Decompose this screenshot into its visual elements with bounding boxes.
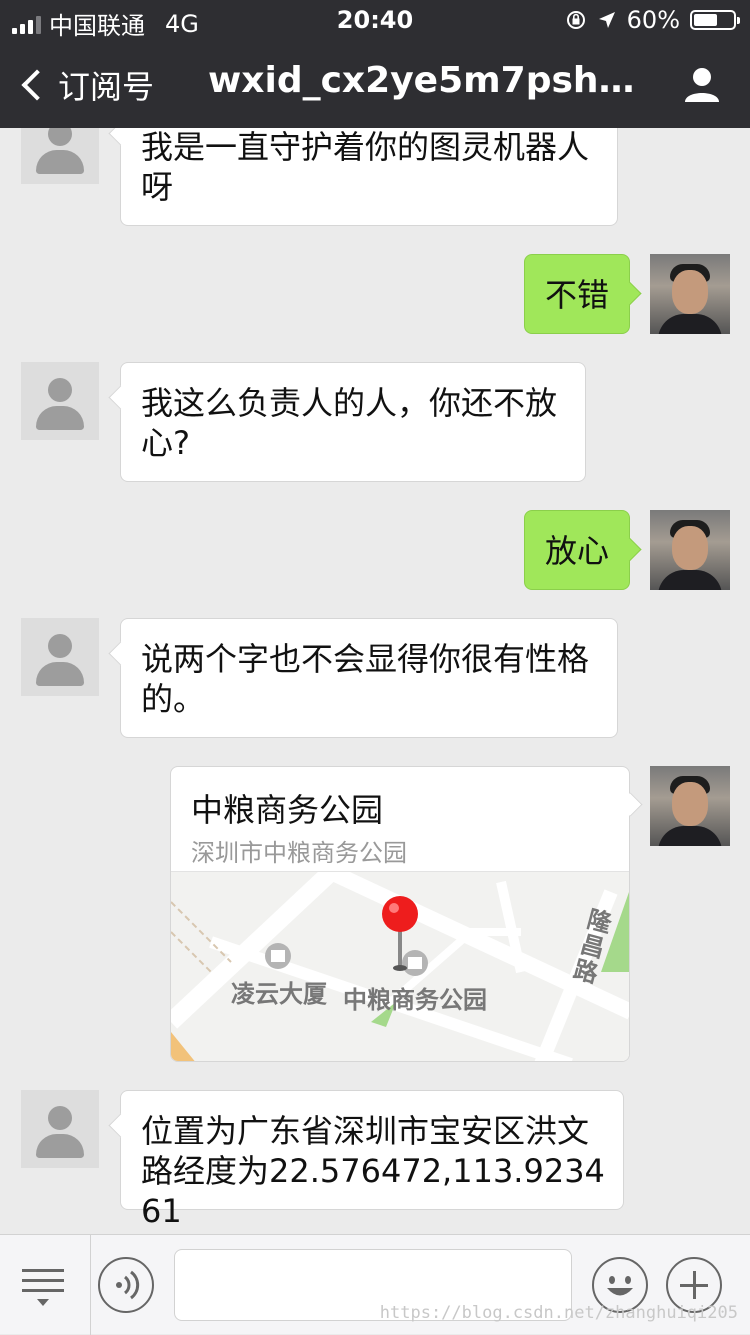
- location-map[interactable]: 凌云大厦 中粮商务公园 隆昌路: [171, 864, 629, 1061]
- map-label-building-2: 中粮商务公园: [343, 986, 487, 1014]
- location-title: 中粮商务公园: [191, 791, 384, 829]
- battery-icon: [690, 10, 740, 30]
- battery-fill: [694, 14, 717, 26]
- message-list[interactable]: 我是一直守护着你的图灵机器人呀 不错 我这么负责人的人，你还不放心? 放心 说两…: [0, 128, 750, 1234]
- location-address: 深圳市中粮商务公园: [191, 839, 407, 867]
- bot-avatar[interactable]: [21, 128, 99, 184]
- message-bubble[interactable]: 我是一直守护着你的图灵机器人呀: [120, 128, 618, 226]
- input-bar: https://blog.csdn.net/zhanghuiqi205: [0, 1234, 750, 1335]
- message-text: 说两个字也不会显得你很有性格的。: [141, 640, 590, 718]
- message-bubble[interactable]: 我这么负责人的人，你还不放心?: [120, 362, 586, 482]
- user-avatar[interactable]: [650, 510, 730, 590]
- bot-avatar[interactable]: [21, 1090, 99, 1168]
- back-button[interactable]: 订阅号: [18, 62, 154, 108]
- message-bubble[interactable]: 放心: [524, 510, 630, 590]
- message-bubble[interactable]: 不错: [524, 254, 630, 334]
- status-bar: 中国联通 4G 20:40 60%: [0, 0, 750, 40]
- chat-title: wxid_cx2ye5m7psh512...: [208, 60, 648, 101]
- map-label-building-1: 凌云大厦: [231, 980, 327, 1008]
- bot-avatar[interactable]: [21, 362, 99, 440]
- menu-icon[interactable]: [22, 1269, 64, 1309]
- watermark: https://blog.csdn.net/zhanghuiqi205: [379, 1303, 738, 1323]
- status-right: 60%: [565, 6, 740, 34]
- divider: [90, 1235, 91, 1335]
- user-avatar[interactable]: [650, 766, 730, 846]
- person-icon[interactable]: [682, 64, 722, 104]
- message-text: 我是一直守护着你的图灵机器人呀: [141, 128, 590, 206]
- user-avatar[interactable]: [650, 254, 730, 334]
- message-text: 位置为广东省深圳市宝安区洪文路经度为22.576472,113.923461: [141, 1112, 605, 1230]
- chat-header: 订阅号 wxid_cx2ye5m7psh512...: [0, 40, 750, 128]
- message-text: 我这么负责人的人，你还不放心?: [141, 384, 558, 462]
- battery-percent: 60%: [626, 6, 680, 34]
- message-bubble[interactable]: 说两个字也不会显得你很有性格的。: [120, 618, 618, 738]
- back-label: 订阅号: [58, 68, 155, 106]
- message-text: 不错: [545, 276, 610, 314]
- rotation-lock-icon: [566, 11, 585, 29]
- bot-avatar[interactable]: [21, 618, 99, 696]
- chevron-left-icon: [21, 69, 53, 101]
- location-card[interactable]: 中粮商务公园 深圳市中粮商务公园 凌云大厦 中粮商务公园 隆昌路: [170, 766, 630, 1062]
- voice-icon[interactable]: [98, 1257, 154, 1313]
- location-arrow-icon: [598, 12, 615, 28]
- message-bubble[interactable]: 位置为广东省深圳市宝安区洪文路经度为22.576472,113.923461: [120, 1090, 624, 1230]
- map-graphic: [171, 864, 629, 1061]
- message-text: 放心: [545, 532, 610, 570]
